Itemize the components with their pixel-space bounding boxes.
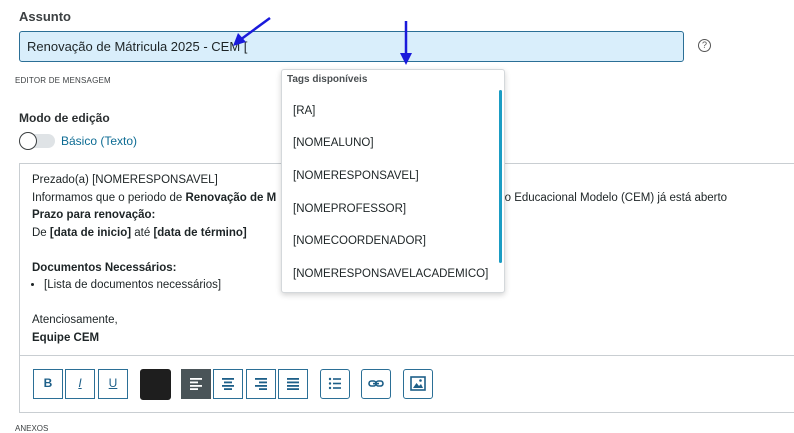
message-line: Atenciosamente,: [32, 314, 118, 326]
attachments-section-label: ANEXOS: [15, 424, 49, 433]
tags-dropdown-title: Tags disponíveis: [287, 74, 368, 85]
tags-dropdown: Tags disponíveis [RA] [NOMEALUNO] [NOMER…: [281, 69, 505, 293]
align-right-button[interactable]: [246, 369, 276, 399]
edit-mode-label: Modo de edição: [19, 111, 110, 125]
tag-option[interactable]: [NOMERESPONSAVELACADEMICO]: [293, 268, 488, 280]
align-center-button[interactable]: [213, 369, 243, 399]
annotation-arrow-icon: [400, 21, 412, 65]
text-color-button[interactable]: [140, 369, 171, 400]
message-editor-section-label: EDITOR DE MENSAGEM: [15, 76, 111, 85]
message-line: Equipe CEM: [32, 331, 100, 344]
link-icon: [368, 380, 384, 387]
justify-button[interactable]: [278, 369, 308, 399]
justify-icon: [287, 378, 299, 390]
align-left-button[interactable]: [181, 369, 211, 399]
subject-input[interactable]: Renovação de Mátricula 2025 - CEM [: [19, 31, 684, 62]
bold-button[interactable]: B: [33, 369, 63, 399]
align-right-icon: [255, 378, 267, 390]
bullet-list-icon: [328, 377, 341, 390]
insert-image-button[interactable]: [403, 369, 433, 399]
tag-option[interactable]: [NOMEALUNO]: [293, 137, 374, 149]
annotation-arrow-icon: [233, 16, 271, 46]
tag-option[interactable]: [NOMECOORDENADOR]: [293, 235, 426, 247]
tag-option[interactable]: [NOMERESPONSAVEL]: [293, 170, 419, 182]
help-icon[interactable]: ?: [698, 39, 711, 52]
subject-label: Assunto: [19, 9, 71, 24]
align-center-icon: [222, 378, 234, 390]
image-icon: [410, 376, 426, 391]
tags-dropdown-scrollbar[interactable]: [499, 90, 502, 263]
tag-option[interactable]: [RA]: [293, 105, 315, 117]
tag-option[interactable]: [NOMEPROFESSOR]: [293, 203, 406, 215]
message-blank-line: [32, 295, 792, 313]
edit-mode-toggle[interactable]: [19, 132, 55, 150]
italic-button[interactable]: I: [65, 369, 95, 399]
edit-mode-toggle-label[interactable]: Básico (Texto): [61, 134, 137, 148]
bullet-list-button[interactable]: [320, 369, 350, 399]
toggle-knob: [19, 132, 37, 150]
underline-button[interactable]: U: [98, 369, 128, 399]
link-button[interactable]: [361, 369, 391, 399]
align-left-icon: [190, 378, 202, 390]
